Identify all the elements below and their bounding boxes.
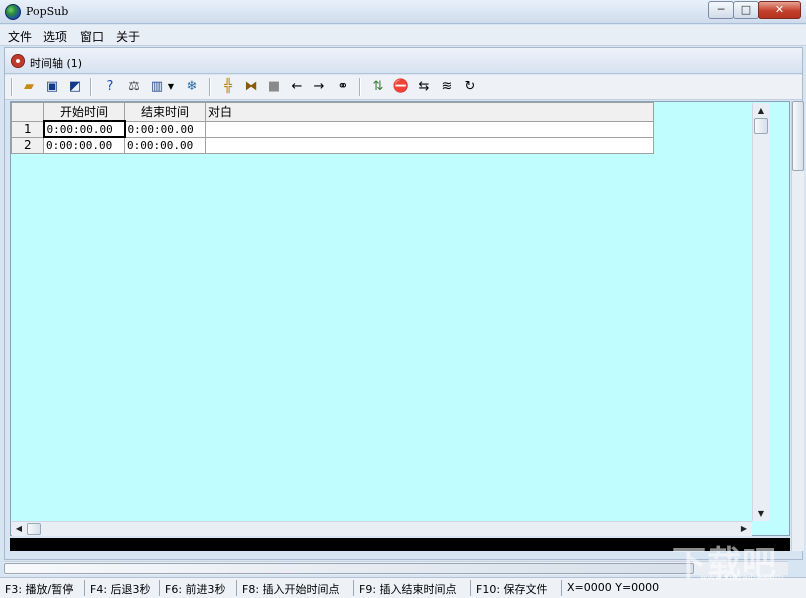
- menu-about[interactable]: 关于: [116, 28, 140, 45]
- subtitle-table: 开始时间 结束时间 对白 1 0:00:00.00 0:00:00.00 2 0…: [11, 102, 654, 154]
- window-titlebar: PopSub ─ □ ✕: [0, 0, 806, 24]
- child-titlebar: 时间轴 (1): [5, 48, 802, 74]
- dialog-cell[interactable]: [205, 136, 654, 154]
- scroll-thumb[interactable]: [27, 523, 41, 535]
- save-icon[interactable]: ▣: [43, 78, 61, 96]
- column-header-dialog[interactable]: 对白: [205, 102, 654, 122]
- grid-horizontal-scrollbar[interactable]: ◀ ▶: [12, 521, 752, 536]
- table-row: 1 0:00:00.00 0:00:00.00: [11, 120, 654, 138]
- status-separator: [353, 580, 354, 596]
- grid-vertical-scrollbar[interactable]: ▲ ▼: [752, 103, 769, 521]
- subtitle-grid-area: 开始时间 结束时间 对白 1 0:00:00.00 0:00:00.00 2 0…: [10, 101, 790, 536]
- status-coords: X=0000 Y=0000: [567, 581, 660, 594]
- status-separator: [84, 580, 85, 596]
- status-insert-start: F8: 插入开始时间点: [242, 583, 340, 596]
- toolbar-separator: [359, 78, 361, 96]
- sync-icon[interactable]: ⇅: [369, 78, 387, 96]
- status-play-pause: F3: 播放/暂停: [5, 583, 74, 596]
- menu-bar: 文件 选项 窗口 关于: [0, 25, 806, 46]
- watermark-url: www.xiazaiba.com: [700, 573, 784, 583]
- scroll-left-arrow-icon[interactable]: ◀: [12, 521, 26, 536]
- search-binoculars-icon[interactable]: ⚭: [334, 78, 352, 96]
- status-separator: [561, 580, 562, 596]
- scroll-thumb[interactable]: [792, 101, 804, 171]
- timeline-window: 时间轴 (1) ▰ ▣ ◩ ? ⚖ ▥ ▼ ❄ ╬ ⧓ ■ ← → ⚭ ⇅ ⛔ …: [4, 47, 804, 560]
- chart-icon[interactable]: ▥: [148, 78, 166, 96]
- child-title: 时间轴 (1): [30, 57, 83, 70]
- maximize-button[interactable]: □: [733, 1, 759, 19]
- table-row: 2 0:00:00.00 0:00:00.00: [11, 136, 654, 154]
- menu-options[interactable]: 选项: [43, 28, 67, 45]
- split-icon[interactable]: ⧓: [242, 78, 260, 96]
- status-separator: [470, 580, 471, 596]
- row-number[interactable]: 1: [11, 120, 44, 138]
- toolbar-separator: [209, 78, 211, 96]
- close-button[interactable]: ✕: [758, 1, 801, 19]
- column-header-end[interactable]: 结束时间: [124, 102, 206, 122]
- toolbar-separator: [90, 78, 92, 96]
- status-separator: [159, 580, 160, 596]
- status-rewind: F4: 后退3秒: [90, 583, 151, 596]
- minimize-button[interactable]: ─: [708, 1, 734, 19]
- end-time-cell[interactable]: 0:00:00.00: [124, 136, 206, 154]
- row-number[interactable]: 2: [11, 136, 44, 154]
- window-title: PopSub: [26, 5, 69, 18]
- save-as-icon[interactable]: ◩: [66, 78, 84, 96]
- scroll-right-arrow-icon[interactable]: ▶: [737, 521, 751, 536]
- find-replace-icon[interactable]: ⚖: [125, 78, 143, 96]
- delete-icon[interactable]: ⛔: [392, 78, 410, 96]
- column-header-start[interactable]: 开始时间: [43, 102, 125, 122]
- open-folder-icon[interactable]: ▰: [20, 78, 38, 96]
- insert-row-icon[interactable]: ╬: [219, 78, 237, 96]
- help-icon[interactable]: ?: [101, 78, 119, 96]
- dialog-cell[interactable]: [205, 120, 654, 138]
- timeline-icon: [11, 54, 25, 68]
- start-time-cell[interactable]: 0:00:00.00: [43, 136, 125, 154]
- refresh-icon[interactable]: ↻: [461, 78, 479, 96]
- menu-file[interactable]: 文件: [8, 28, 32, 45]
- start-time-cell[interactable]: 0:00:00.00: [42, 120, 126, 138]
- row-number-header: [11, 102, 44, 122]
- shift-icon[interactable]: ⇆: [415, 78, 433, 96]
- merge-icon[interactable]: ≋: [438, 78, 456, 96]
- status-insert-end: F9: 插入结束时间点: [359, 583, 457, 596]
- window-vertical-scrollbar[interactable]: [791, 101, 804, 551]
- window-horizontal-scrollbar[interactable]: [4, 561, 788, 575]
- scroll-down-arrow-icon[interactable]: ▼: [753, 506, 769, 521]
- scroll-up-arrow-icon[interactable]: ▲: [753, 103, 769, 118]
- settings-icon[interactable]: ❄: [183, 78, 201, 96]
- scroll-thumb[interactable]: [754, 118, 768, 134]
- menu-window[interactable]: 窗口: [80, 28, 104, 45]
- arrow-right-icon[interactable]: →: [310, 78, 328, 96]
- status-save: F10: 保存文件: [476, 583, 548, 596]
- stop-square-icon[interactable]: ■: [265, 78, 283, 96]
- dropdown-arrow-icon[interactable]: ▼: [166, 78, 176, 96]
- toolbar-separator: [11, 78, 13, 96]
- status-separator: [236, 580, 237, 596]
- table-header: 开始时间 结束时间 对白: [11, 102, 654, 122]
- toolbar: ▰ ▣ ◩ ? ⚖ ▥ ▼ ❄ ╬ ⧓ ■ ← → ⚭ ⇅ ⛔ ⇆ ≋ ↻: [5, 75, 802, 100]
- status-forward: F6: 前进3秒: [165, 583, 226, 596]
- scroll-thumb[interactable]: [4, 563, 694, 574]
- end-time-cell[interactable]: 0:00:00.00: [124, 120, 206, 138]
- arrow-left-icon[interactable]: ←: [288, 78, 306, 96]
- globe-icon[interactable]: [5, 4, 21, 20]
